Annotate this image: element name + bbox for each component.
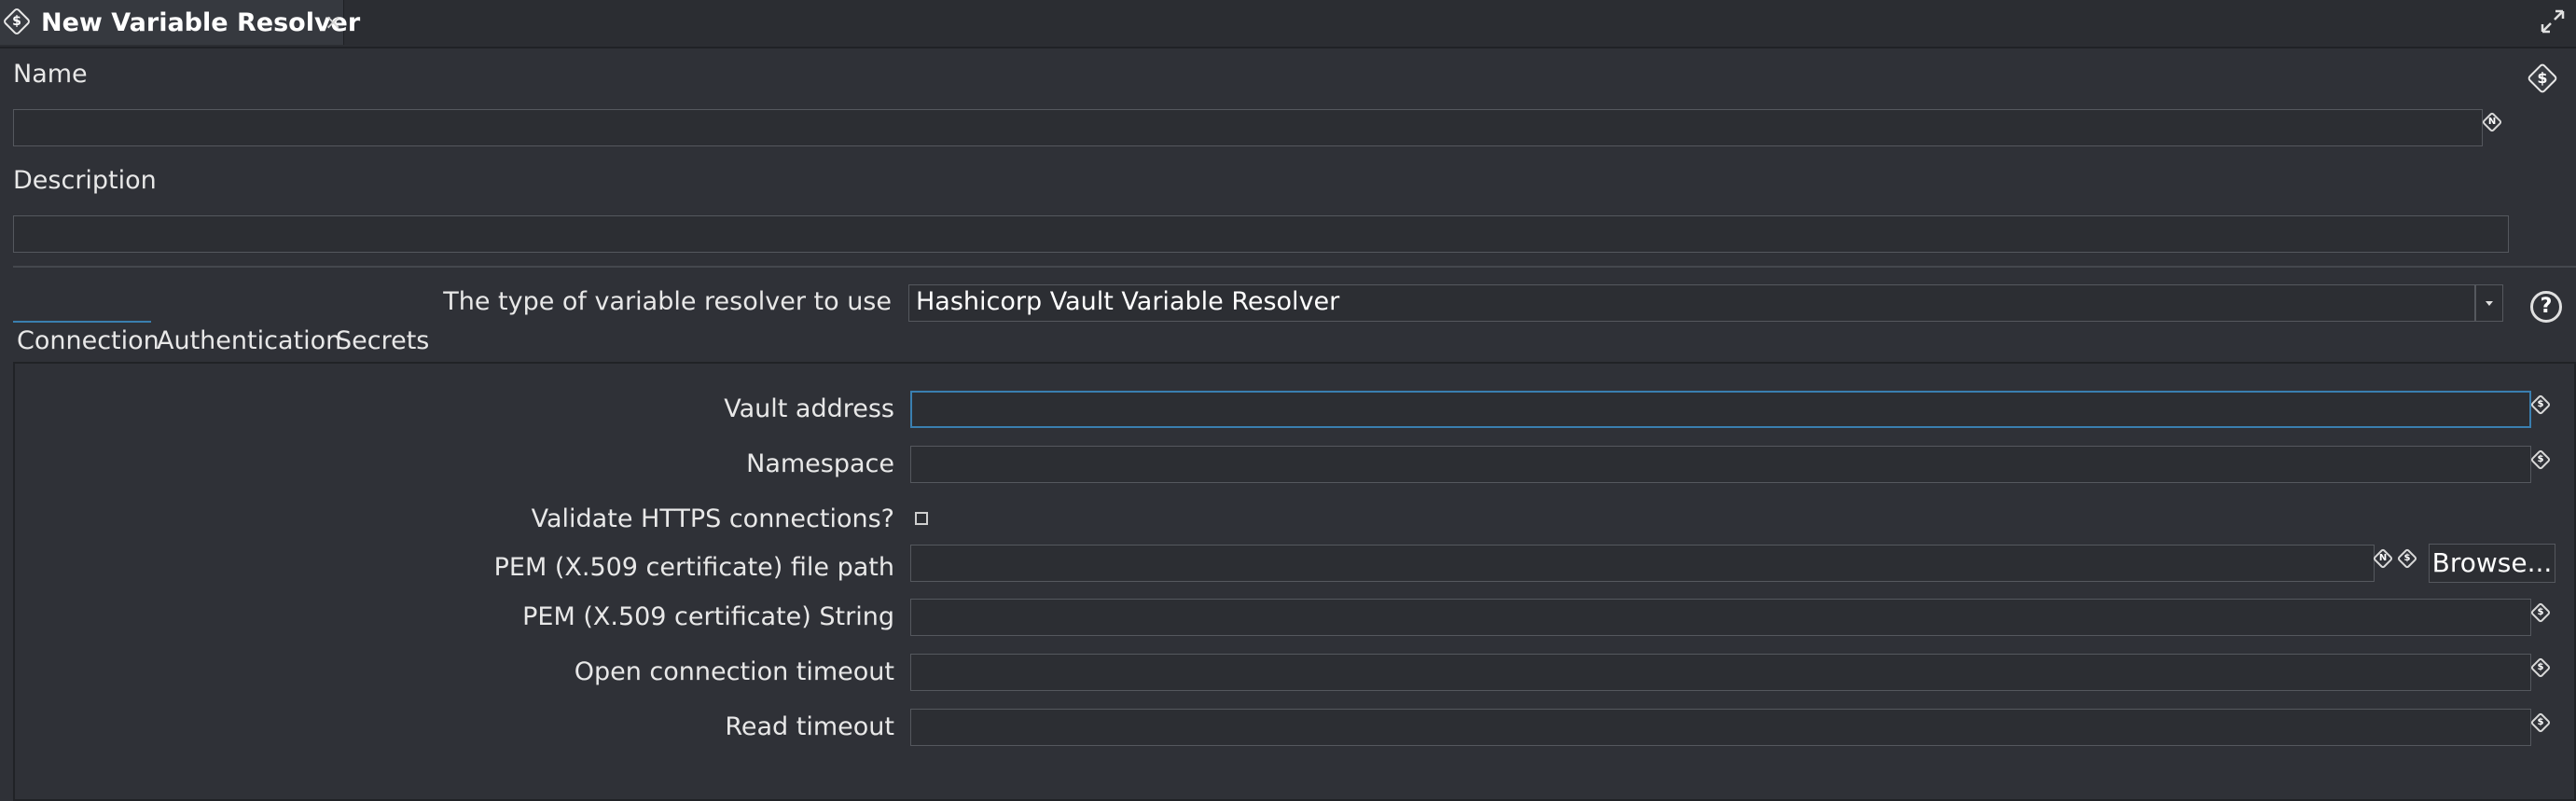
open-connection-timeout-label: Open connection timeout <box>574 657 894 686</box>
tab-authentication[interactable]: Authentication <box>157 326 341 355</box>
pem-file-path-input[interactable] <box>910 545 2375 582</box>
name-label: Name <box>13 60 88 89</box>
open-connection-timeout-input[interactable] <box>910 654 2531 691</box>
tab-title: New Variable Resolver <box>41 8 361 37</box>
maximize-icon[interactable] <box>2539 7 2567 35</box>
no-variable-icon: N <box>2481 111 2503 133</box>
validate-https-label: Validate HTTPS connections? <box>531 504 894 533</box>
read-timeout-label: Read timeout <box>725 712 894 741</box>
description-input[interactable] <box>13 215 2509 253</box>
active-tab-indicator <box>13 321 151 323</box>
vault-address-label: Vault address <box>724 394 894 423</box>
variable-help-icon: $ <box>2527 62 2558 94</box>
separator <box>13 266 2576 268</box>
description-label: Description <box>13 166 157 195</box>
pem-string-label: PEM (X.509 certificate) String <box>522 602 894 631</box>
help-icon[interactable]: ? <box>2530 291 2562 323</box>
name-input[interactable] <box>13 109 2483 146</box>
vault-address-input[interactable] <box>910 391 2531 428</box>
read-timeout-input[interactable] <box>910 709 2531 746</box>
resolver-type-dropdown-button[interactable] <box>2475 284 2503 322</box>
namespace-label: Namespace <box>746 449 894 478</box>
namespace-input[interactable] <box>910 446 2531 483</box>
tab-connection[interactable]: Connection <box>17 326 159 355</box>
validate-https-checkbox[interactable] <box>915 512 928 525</box>
pem-file-path-label: PEM (X.509 certificate) file path <box>493 553 894 582</box>
pem-string-input[interactable] <box>910 599 2531 636</box>
browse-button[interactable]: Browse... <box>2429 544 2555 583</box>
tab-close-button[interactable]: × <box>325 11 341 35</box>
resolver-type-value: Hashicorp Vault Variable Resolver <box>916 287 1340 316</box>
editor-tab-bar <box>0 0 2576 48</box>
tab-secrets[interactable]: Secrets <box>336 326 429 355</box>
resolver-type-label: The type of variable resolver to use <box>443 287 892 316</box>
